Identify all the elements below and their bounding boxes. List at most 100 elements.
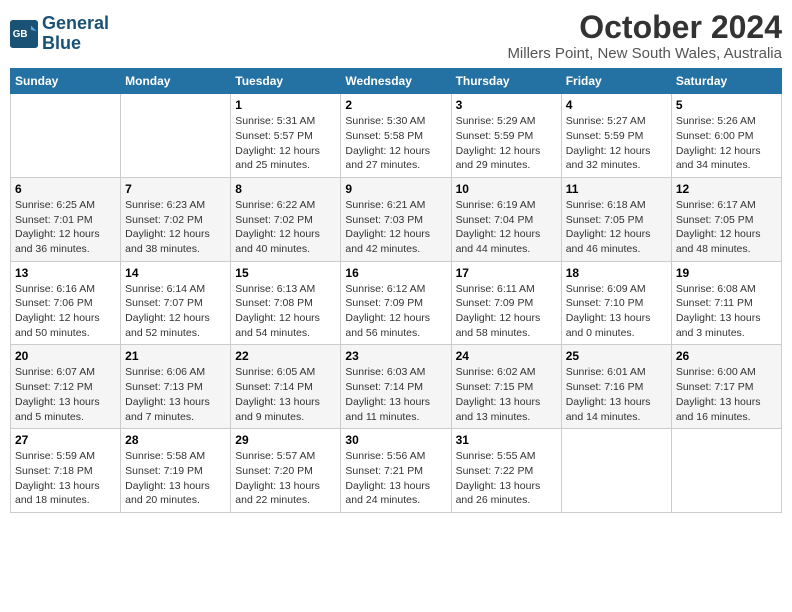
sunset-text: Sunset: 7:02 PM: [235, 213, 336, 228]
daylight-text: Daylight: 12 hours and 56 minutes.: [345, 311, 446, 340]
table-row: 13 Sunrise: 6:16 AM Sunset: 7:06 PM Dayl…: [11, 261, 121, 345]
table-row: 19 Sunrise: 6:08 AM Sunset: 7:11 PM Dayl…: [671, 261, 781, 345]
daylight-text: Daylight: 12 hours and 48 minutes.: [676, 227, 777, 256]
page-subtitle: Millers Point, New South Wales, Australi…: [507, 45, 782, 62]
day-number: 15: [235, 266, 336, 280]
calendar-week-row: 13 Sunrise: 6:16 AM Sunset: 7:06 PM Dayl…: [11, 261, 782, 345]
header-friday: Friday: [561, 69, 671, 94]
sunrise-text: Sunrise: 6:13 AM: [235, 282, 336, 297]
daylight-text: Daylight: 12 hours and 46 minutes.: [566, 227, 667, 256]
daylight-text: Daylight: 12 hours and 42 minutes.: [345, 227, 446, 256]
sunset-text: Sunset: 7:03 PM: [345, 213, 446, 228]
sunrise-text: Sunrise: 6:06 AM: [125, 365, 226, 380]
sunrise-text: Sunrise: 5:31 AM: [235, 114, 336, 129]
day-number: 21: [125, 349, 226, 363]
table-row: [11, 94, 121, 178]
sunset-text: Sunset: 7:05 PM: [566, 213, 667, 228]
sunset-text: Sunset: 7:07 PM: [125, 296, 226, 311]
daylight-text: Daylight: 13 hours and 11 minutes.: [345, 395, 446, 424]
daylight-text: Daylight: 12 hours and 58 minutes.: [456, 311, 557, 340]
sunrise-text: Sunrise: 6:25 AM: [15, 198, 116, 213]
table-row: 10 Sunrise: 6:19 AM Sunset: 7:04 PM Dayl…: [451, 177, 561, 261]
sunset-text: Sunset: 7:19 PM: [125, 464, 226, 479]
day-number: 2: [345, 98, 446, 112]
sunrise-text: Sunrise: 6:09 AM: [566, 282, 667, 297]
table-row: 29 Sunrise: 5:57 AM Sunset: 7:20 PM Dayl…: [231, 429, 341, 513]
daylight-text: Daylight: 12 hours and 34 minutes.: [676, 144, 777, 173]
day-number: 26: [676, 349, 777, 363]
daylight-text: Daylight: 13 hours and 26 minutes.: [456, 479, 557, 508]
sunset-text: Sunset: 7:05 PM: [676, 213, 777, 228]
day-number: 4: [566, 98, 667, 112]
table-row: 12 Sunrise: 6:17 AM Sunset: 7:05 PM Dayl…: [671, 177, 781, 261]
sunset-text: Sunset: 5:57 PM: [235, 129, 336, 144]
sunrise-text: Sunrise: 5:56 AM: [345, 449, 446, 464]
daylight-text: Daylight: 12 hours and 36 minutes.: [15, 227, 116, 256]
sunset-text: Sunset: 7:15 PM: [456, 380, 557, 395]
table-row: 22 Sunrise: 6:05 AM Sunset: 7:14 PM Dayl…: [231, 345, 341, 429]
sunrise-text: Sunrise: 6:17 AM: [676, 198, 777, 213]
table-row: 21 Sunrise: 6:06 AM Sunset: 7:13 PM Dayl…: [121, 345, 231, 429]
day-number: 13: [15, 266, 116, 280]
sunset-text: Sunset: 7:04 PM: [456, 213, 557, 228]
sunrise-text: Sunrise: 5:57 AM: [235, 449, 336, 464]
day-number: 29: [235, 433, 336, 447]
sunrise-text: Sunrise: 5:30 AM: [345, 114, 446, 129]
table-row: 3 Sunrise: 5:29 AM Sunset: 5:59 PM Dayli…: [451, 94, 561, 178]
table-row: 26 Sunrise: 6:00 AM Sunset: 7:17 PM Dayl…: [671, 345, 781, 429]
sunrise-text: Sunrise: 6:22 AM: [235, 198, 336, 213]
sunset-text: Sunset: 7:09 PM: [456, 296, 557, 311]
sunrise-text: Sunrise: 6:18 AM: [566, 198, 667, 213]
sunset-text: Sunset: 6:00 PM: [676, 129, 777, 144]
sunrise-text: Sunrise: 6:00 AM: [676, 365, 777, 380]
daylight-text: Daylight: 13 hours and 3 minutes.: [676, 311, 777, 340]
svg-text:GB: GB: [13, 29, 28, 40]
page-title: October 2024: [507, 10, 782, 45]
day-number: 16: [345, 266, 446, 280]
table-row: 7 Sunrise: 6:23 AM Sunset: 7:02 PM Dayli…: [121, 177, 231, 261]
daylight-text: Daylight: 13 hours and 14 minutes.: [566, 395, 667, 424]
table-row: 6 Sunrise: 6:25 AM Sunset: 7:01 PM Dayli…: [11, 177, 121, 261]
logo: GB General Blue: [10, 14, 109, 54]
day-number: 9: [345, 182, 446, 196]
table-row: 27 Sunrise: 5:59 AM Sunset: 7:18 PM Dayl…: [11, 429, 121, 513]
table-row: 28 Sunrise: 5:58 AM Sunset: 7:19 PM Dayl…: [121, 429, 231, 513]
day-number: 22: [235, 349, 336, 363]
sunset-text: Sunset: 5:58 PM: [345, 129, 446, 144]
day-number: 5: [676, 98, 777, 112]
logo-text: General Blue: [42, 14, 109, 54]
calendar-table: Sunday Monday Tuesday Wednesday Thursday…: [10, 68, 782, 513]
sunset-text: Sunset: 7:01 PM: [15, 213, 116, 228]
sunset-text: Sunset: 7:22 PM: [456, 464, 557, 479]
sunset-text: Sunset: 7:13 PM: [125, 380, 226, 395]
daylight-text: Daylight: 12 hours and 27 minutes.: [345, 144, 446, 173]
table-row: 4 Sunrise: 5:27 AM Sunset: 5:59 PM Dayli…: [561, 94, 671, 178]
table-row: 11 Sunrise: 6:18 AM Sunset: 7:05 PM Dayl…: [561, 177, 671, 261]
sunrise-text: Sunrise: 6:03 AM: [345, 365, 446, 380]
day-number: 27: [15, 433, 116, 447]
daylight-text: Daylight: 12 hours and 54 minutes.: [235, 311, 336, 340]
table-row: 2 Sunrise: 5:30 AM Sunset: 5:58 PM Dayli…: [341, 94, 451, 178]
table-row: 9 Sunrise: 6:21 AM Sunset: 7:03 PM Dayli…: [341, 177, 451, 261]
sunrise-text: Sunrise: 5:58 AM: [125, 449, 226, 464]
sunset-text: Sunset: 7:17 PM: [676, 380, 777, 395]
sunrise-text: Sunrise: 5:55 AM: [456, 449, 557, 464]
calendar-week-row: 6 Sunrise: 6:25 AM Sunset: 7:01 PM Dayli…: [11, 177, 782, 261]
daylight-text: Daylight: 12 hours and 44 minutes.: [456, 227, 557, 256]
day-number: 8: [235, 182, 336, 196]
day-number: 20: [15, 349, 116, 363]
sunrise-text: Sunrise: 6:12 AM: [345, 282, 446, 297]
sunrise-text: Sunrise: 6:16 AM: [15, 282, 116, 297]
table-row: [561, 429, 671, 513]
table-row: 25 Sunrise: 6:01 AM Sunset: 7:16 PM Dayl…: [561, 345, 671, 429]
daylight-text: Daylight: 13 hours and 18 minutes.: [15, 479, 116, 508]
table-row: 31 Sunrise: 5:55 AM Sunset: 7:22 PM Dayl…: [451, 429, 561, 513]
daylight-text: Daylight: 13 hours and 13 minutes.: [456, 395, 557, 424]
sunset-text: Sunset: 5:59 PM: [456, 129, 557, 144]
header-tuesday: Tuesday: [231, 69, 341, 94]
sunset-text: Sunset: 7:14 PM: [235, 380, 336, 395]
day-number: 24: [456, 349, 557, 363]
header-wednesday: Wednesday: [341, 69, 451, 94]
table-row: 15 Sunrise: 6:13 AM Sunset: 7:08 PM Dayl…: [231, 261, 341, 345]
daylight-text: Daylight: 13 hours and 16 minutes.: [676, 395, 777, 424]
